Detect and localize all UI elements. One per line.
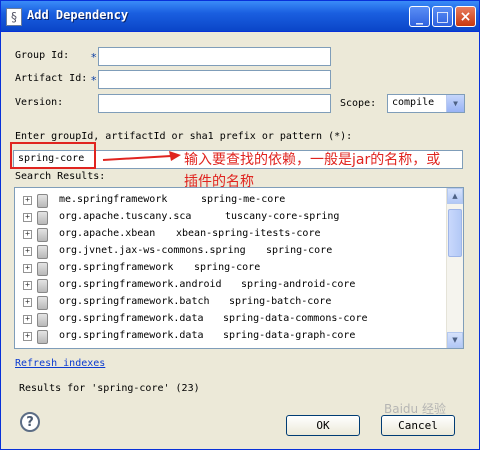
version-field[interactable] <box>98 94 331 113</box>
jar-icon <box>37 330 48 344</box>
list-item[interactable]: + org.springframework.data spring-data-c… <box>15 311 445 327</box>
artifact-id-label: Artifact Id: <box>15 73 88 84</box>
result-artifact-id: spring-batch-core <box>229 296 332 307</box>
search-results-label: Search Results: <box>15 171 106 182</box>
title-bar: § Add Dependency _ □ × <box>1 1 479 32</box>
result-artifact-id: tuscany-core-spring <box>225 211 340 222</box>
jar-icon <box>37 313 48 327</box>
result-artifact-id: spring-me-core <box>201 194 286 205</box>
list-item[interactable]: + org.jvnet.jax-ws-commons.spring spring… <box>15 243 445 259</box>
result-artifact-id: spring-android-core <box>241 279 356 290</box>
expand-plus-icon[interactable]: + <box>23 196 32 205</box>
close-icon: × <box>459 9 472 25</box>
version-label: Version: <box>15 97 64 108</box>
result-group-id: org.apache.xbean <box>59 228 156 239</box>
result-artifact-id: spring-core <box>266 245 333 256</box>
result-artifact-id: spring-data-graph-core <box>223 330 356 341</box>
scroll-thumb[interactable] <box>448 209 462 257</box>
jar-icon <box>37 296 48 310</box>
search-label: Enter groupId, artifactId or sha1 prefix… <box>15 131 353 142</box>
list-item[interactable]: + org.apache.tuscany.sca tuscany-core-sp… <box>15 209 445 225</box>
result-group-id: org.springframework.data <box>59 313 204 324</box>
expand-plus-icon[interactable]: + <box>23 213 32 222</box>
scope-select[interactable]: compile ▼ <box>387 94 465 113</box>
expand-plus-icon[interactable]: + <box>23 315 32 324</box>
result-group-id: org.springframework <box>59 262 174 273</box>
jar-icon <box>37 262 48 276</box>
artifact-id-required-marker: * <box>91 74 97 87</box>
list-item[interactable]: + org.springframework.android spring-and… <box>15 277 445 293</box>
group-id-field[interactable] <box>98 47 331 66</box>
jar-icon <box>37 245 48 259</box>
group-id-label: Group Id: <box>15 50 70 61</box>
ok-button[interactable]: OK <box>286 415 360 436</box>
jar-icon <box>37 194 48 208</box>
list-item[interactable]: + org.springframework spring-core <box>15 260 445 276</box>
refresh-indexes-link[interactable]: Refresh indexes <box>15 358 105 369</box>
maximize-icon: □ <box>435 9 450 25</box>
result-group-id: org.springframework.data <box>59 330 204 341</box>
result-group-id: me.springframework <box>59 194 168 205</box>
scope-label: Scope: <box>340 98 377 109</box>
expand-plus-icon[interactable]: + <box>23 281 32 290</box>
scroll-up-icon[interactable]: ▲ <box>447 188 463 204</box>
window-title: Add Dependency <box>27 8 129 22</box>
expand-plus-icon[interactable]: + <box>23 264 32 273</box>
title-document-icon: § <box>6 8 22 26</box>
minimize-icon: _ <box>416 9 423 25</box>
result-artifact-id: spring-data-commons-core <box>223 313 368 324</box>
expand-plus-icon[interactable]: + <box>23 298 32 307</box>
cancel-button[interactable]: Cancel <box>381 415 455 436</box>
result-group-id: org.jvnet.jax-ws-commons.spring <box>59 245 246 256</box>
help-icon[interactable]: ? <box>20 412 40 432</box>
jar-icon <box>37 279 48 293</box>
expand-plus-icon[interactable]: + <box>23 230 32 239</box>
maximize-button[interactable]: □ <box>432 6 453 27</box>
result-group-id: org.springframework.batch <box>59 296 210 307</box>
artifact-id-field[interactable] <box>98 70 331 89</box>
scope-value: compile <box>392 97 435 108</box>
results-summary: Results for 'spring-core' (23) <box>19 383 200 394</box>
list-item[interactable]: + me.springframework spring-me-core <box>15 192 445 208</box>
expand-plus-icon[interactable]: + <box>23 332 32 341</box>
result-artifact-id: xbean-spring-itests-core <box>176 228 321 239</box>
result-group-id: org.apache.tuscany.sca <box>59 211 192 222</box>
expand-plus-icon[interactable]: + <box>23 247 32 256</box>
minimize-button[interactable]: _ <box>409 6 430 27</box>
list-item[interactable]: + org.springframework.batch spring-batch… <box>15 294 445 310</box>
add-dependency-dialog: § Add Dependency _ □ × Group Id: * Artif… <box>0 0 480 450</box>
scroll-down-icon[interactable]: ▼ <box>447 332 463 348</box>
annotation-line1: 输入要查找的依赖，一般是jar的名称，或 <box>184 152 441 168</box>
list-item[interactable]: + org.apache.xbean xbean-spring-itests-c… <box>15 226 445 242</box>
result-artifact-id: spring-core <box>194 262 261 273</box>
chevron-down-icon: ▼ <box>446 95 464 112</box>
results-scrollbar[interactable]: ▲ ▼ <box>446 188 463 348</box>
jar-icon <box>37 228 48 242</box>
search-results-list: + me.springframework spring-me-core + or… <box>14 187 464 349</box>
close-button[interactable]: × <box>455 6 476 27</box>
group-id-required-marker: * <box>91 51 97 64</box>
result-group-id: org.springframework.android <box>59 279 222 290</box>
list-item[interactable]: + org.springframework.data spring-data-g… <box>15 328 445 344</box>
highlight-box <box>10 142 96 169</box>
arrow-annotation <box>102 151 181 161</box>
jar-icon <box>37 211 48 225</box>
